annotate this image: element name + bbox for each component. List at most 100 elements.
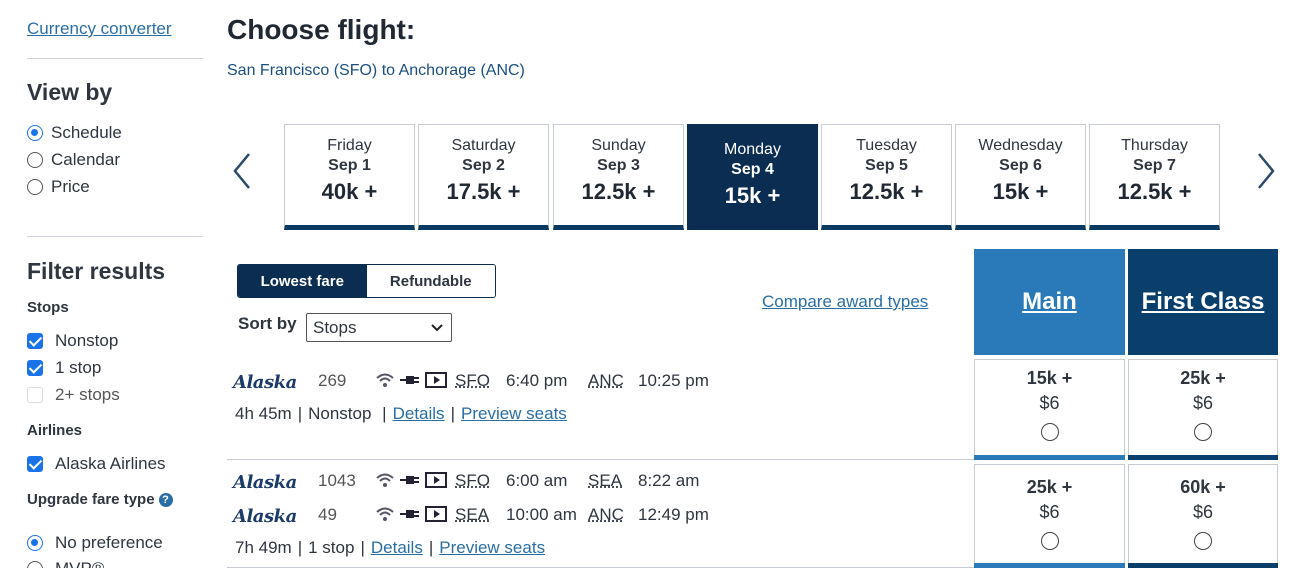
fare-first-flight-1[interactable]: 25k + $6 (1128, 359, 1278, 460)
stops-heading: Stops (27, 299, 69, 316)
duration: 4h 45m (235, 404, 292, 424)
amenities (375, 506, 447, 522)
date-card[interactable]: Friday Sep 1 40k + (284, 124, 415, 230)
origin-airport[interactable]: SEA (455, 505, 489, 525)
sort-by-label: Sort by (238, 314, 297, 334)
wifi-icon (375, 506, 395, 522)
fare-first-flight-2[interactable]: 60k + $6 (1128, 464, 1278, 568)
details-link[interactable]: Details (393, 404, 445, 424)
checkbox-label: Alaska Airlines (55, 454, 166, 474)
checkbox-label: 2+ stops (55, 385, 120, 405)
date-card[interactable]: Saturday Sep 2 17.5k + (418, 124, 549, 230)
flight-number: 1043 (318, 471, 356, 491)
page-title: Choose flight: (227, 14, 415, 46)
view-by-calendar[interactable]: Calendar (27, 150, 120, 170)
wifi-icon (375, 472, 395, 488)
preview-seats-link[interactable]: Preview seats (461, 404, 567, 424)
depart-time: 6:40 pm (506, 371, 567, 391)
date-card[interactable]: Sunday Sep 3 12.5k + (553, 124, 684, 230)
upgrade-fare-label: Upgrade fare type (27, 491, 155, 508)
destination-airport[interactable]: ANC (588, 371, 624, 391)
duration: 7h 49m (235, 538, 292, 558)
fare-radio[interactable] (1194, 423, 1212, 441)
filter-1-stop[interactable]: 1 stop (27, 358, 101, 378)
airlines-heading: Airlines (27, 422, 82, 439)
preview-seats-link[interactable]: Preview seats (439, 538, 545, 558)
filter-heading: Filter results (27, 258, 165, 285)
flight-number: 269 (318, 371, 346, 391)
prev-dates-button[interactable] (227, 146, 257, 196)
help-icon[interactable]: ? (159, 493, 173, 507)
checkbox-disabled[interactable] (27, 387, 43, 403)
radio[interactable] (27, 561, 43, 568)
alaska-logo: Alaska (233, 372, 297, 393)
currency-converter-link[interactable]: Currency converter (27, 19, 172, 39)
stops: 1 stop (308, 538, 354, 558)
date-card-selected[interactable]: Monday Sep 4 15k + (687, 124, 818, 230)
destination-airport[interactable]: ANC (588, 505, 624, 525)
amenities (375, 472, 447, 488)
flight-summary: 4h 45m | Nonstop | Details | Preview sea… (235, 404, 567, 424)
checkbox-checked[interactable] (27, 333, 43, 349)
radio-selected[interactable] (27, 125, 43, 141)
fare-radio[interactable] (1041, 532, 1059, 550)
filter-2-plus-stops[interactable]: 2+ stops (27, 385, 120, 405)
view-by-price[interactable]: Price (27, 177, 90, 197)
fare-radio[interactable] (1041, 423, 1059, 441)
origin-airport[interactable]: SFO (455, 371, 490, 391)
option-label: No preference (55, 533, 163, 553)
depart-time: 6:00 am (506, 471, 567, 491)
destination-airport[interactable]: SEA (588, 471, 622, 491)
upgrade-fare-heading: Upgrade fare type ? (27, 491, 173, 508)
cabin-first-header[interactable]: First Class (1128, 249, 1278, 355)
chevron-right-icon (1255, 151, 1277, 191)
refundable-tab[interactable]: Refundable (367, 265, 496, 297)
chevron-left-icon (231, 151, 253, 191)
fare-main-flight-2[interactable]: 25k + $6 (974, 464, 1125, 568)
lowest-fare-tab[interactable]: Lowest fare (238, 265, 367, 297)
date-card[interactable]: Tuesday Sep 5 12.5k + (821, 124, 952, 230)
entertainment-icon (425, 506, 447, 522)
fare-main-flight-1[interactable]: 15k + $6 (974, 359, 1125, 460)
depart-time: 10:00 am (506, 505, 577, 525)
sort-select[interactable]: Stops (306, 313, 452, 342)
next-dates-button[interactable] (1251, 146, 1281, 196)
flight-summary: 7h 49m | 1 stop | Details | Preview seat… (235, 538, 545, 558)
arrive-time: 8:22 am (638, 471, 699, 491)
fare-radio[interactable] (1194, 532, 1212, 550)
power-plug-icon (399, 372, 421, 388)
power-plug-icon (399, 506, 421, 522)
amenities (375, 372, 447, 388)
wifi-icon (375, 372, 395, 388)
radio[interactable] (27, 179, 43, 195)
option-label: Schedule (51, 123, 122, 143)
filter-nonstop[interactable]: Nonstop (27, 331, 118, 351)
radio[interactable] (27, 152, 43, 168)
date-card[interactable]: Thursday Sep 7 12.5k + (1089, 124, 1220, 230)
view-by-schedule[interactable]: Schedule (27, 123, 122, 143)
divider (27, 236, 203, 237)
fare-type-toggle: Lowest fare Refundable (237, 264, 496, 298)
upgrade-no-preference[interactable]: No preference (27, 533, 163, 553)
checkbox-label: Nonstop (55, 331, 118, 351)
origin-airport[interactable]: SFO (455, 471, 490, 491)
route-subtitle: San Francisco (SFO) to Anchorage (ANC) (227, 62, 525, 80)
compare-award-types-link[interactable]: Compare award types (762, 292, 928, 312)
cabin-main-header[interactable]: Main (974, 249, 1125, 355)
upgrade-mvp[interactable]: MVP® (27, 559, 104, 568)
flight-number: 49 (318, 505, 337, 525)
checkbox-checked[interactable] (27, 360, 43, 376)
entertainment-icon (425, 372, 447, 388)
details-link[interactable]: Details (371, 538, 423, 558)
option-label: Price (51, 177, 90, 197)
radio-selected[interactable] (27, 535, 43, 551)
checkbox-label: 1 stop (55, 358, 101, 378)
chevron-down-icon (431, 324, 443, 332)
date-card[interactable]: Wednesday Sep 6 15k + (955, 124, 1086, 230)
entertainment-icon (425, 472, 447, 488)
arrive-time: 10:25 pm (638, 371, 709, 391)
sort-value: Stops (313, 318, 356, 338)
filter-alaska-airlines[interactable]: Alaska Airlines (27, 454, 166, 474)
alaska-logo: Alaska (233, 472, 297, 493)
checkbox-checked[interactable] (27, 456, 43, 472)
